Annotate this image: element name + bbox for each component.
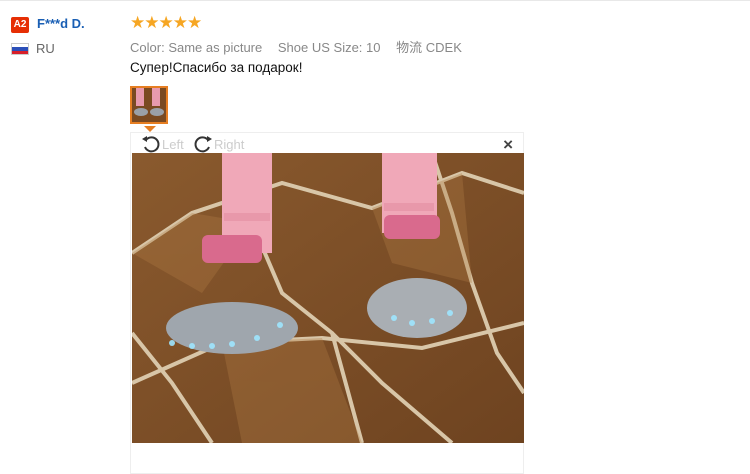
rating-stars: ★★★★★ xyxy=(130,13,202,32)
attr-size: Shoe US Size: 10 xyxy=(277,40,381,55)
user-name: F***d D. xyxy=(37,16,85,31)
review-text: Супер!Спасибо за подарок! xyxy=(130,60,303,75)
product-attributes: Color: Same as picture Shoe US Size: 10 … xyxy=(130,37,474,56)
review-photo xyxy=(132,153,524,443)
close-viewer-button[interactable]: × xyxy=(503,135,513,155)
review-photo-thumbnail[interactable] xyxy=(130,86,168,124)
attr-color: Color: Same as picture xyxy=(130,40,263,55)
photo-viewer: Left Right × xyxy=(130,132,524,474)
attr-shipping: 物流 CDEK xyxy=(396,40,462,55)
russia-flag-icon xyxy=(11,43,29,55)
rotate-left-icon xyxy=(142,136,160,153)
rotate-left-button[interactable]: Left xyxy=(141,134,184,154)
user-country: RU xyxy=(36,41,55,56)
rotate-right-icon xyxy=(194,136,212,153)
rotate-right-label: Right xyxy=(214,136,245,152)
user-avatar: A2 xyxy=(11,17,29,33)
rotate-left-label: Left xyxy=(162,136,184,152)
rotate-right-button[interactable]: Right xyxy=(193,134,244,154)
top-divider xyxy=(0,0,750,1)
